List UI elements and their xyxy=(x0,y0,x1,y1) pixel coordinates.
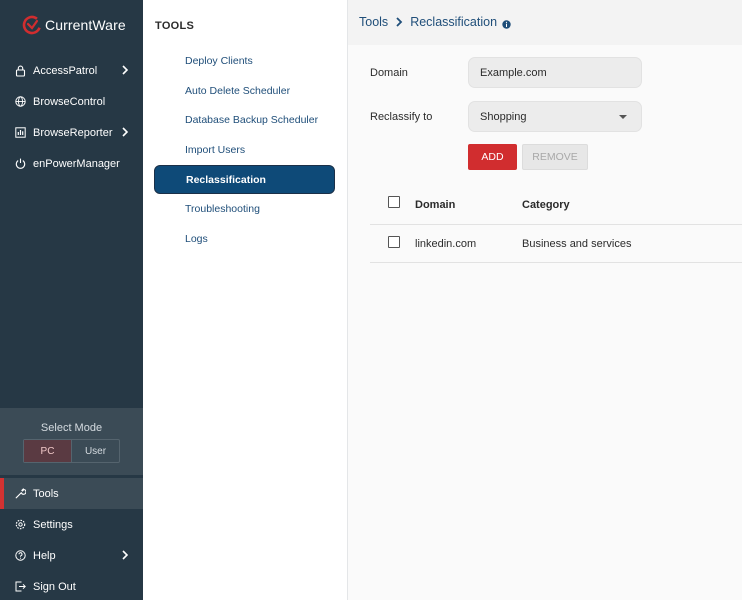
lock-icon xyxy=(14,65,26,77)
product-nav: AccessPatrol BrowseControl BrowseReporte… xyxy=(0,55,143,179)
tool-item-troubleshooting[interactable]: Troubleshooting xyxy=(154,194,335,224)
sidebar-item-label: BrowseControl xyxy=(33,95,106,108)
wrench-icon xyxy=(14,488,26,500)
sign-out-icon xyxy=(14,581,26,593)
sidebar-item-browsecontrol[interactable]: BrowseControl xyxy=(0,86,143,117)
sidebar-item-label: BrowseReporter xyxy=(33,126,113,139)
remove-button[interactable]: REMOVE xyxy=(522,144,588,170)
sidebar-item-settings[interactable]: Settings xyxy=(0,509,143,540)
sidebar-item-label: Sign Out xyxy=(33,580,76,593)
sidebar-item-label: enPowerManager xyxy=(33,157,120,170)
reclassification-table: Domain Category linkedin.com Business an… xyxy=(370,185,742,263)
power-icon xyxy=(14,158,26,170)
bottom-nav: Tools Settings Help Sign Out xyxy=(0,478,143,600)
sidebar-item-label: Settings xyxy=(33,518,73,531)
breadcrumb-bar: Tools Reclassification xyxy=(348,0,742,45)
row-domain: linkedin.com xyxy=(415,238,477,250)
mode-toggle: PC User xyxy=(23,439,120,463)
breadcrumb: Tools Reclassification xyxy=(359,15,511,29)
main-sidebar: CurrentWare AccessPatrol BrowseControl B… xyxy=(0,0,143,600)
currentware-logo[interactable]: CurrentWare xyxy=(22,14,126,36)
currentware-logo-icon xyxy=(22,15,42,35)
sidebar-item-tools[interactable]: Tools xyxy=(0,478,143,509)
chevron-right-icon xyxy=(394,16,404,28)
sidebar-item-help[interactable]: Help xyxy=(0,540,143,571)
info-icon[interactable] xyxy=(502,18,511,29)
select-mode-title: Select Mode xyxy=(40,422,103,434)
reclassify-select[interactable]: Shopping xyxy=(468,101,642,132)
tool-item-logs[interactable]: Logs xyxy=(154,224,335,254)
reclassify-select-value: Shopping xyxy=(480,110,527,123)
globe-icon xyxy=(14,96,26,108)
breadcrumb-root[interactable]: Tools xyxy=(359,15,388,29)
reclassify-label: Reclassify to xyxy=(370,111,433,123)
tool-item-deploy-clients[interactable]: Deploy Clients xyxy=(154,46,335,76)
select-mode-panel: Select Mode PC User xyxy=(0,408,143,475)
tool-item-import-users[interactable]: Import Users xyxy=(154,135,335,165)
domain-field-value: Example.com xyxy=(480,66,547,79)
tools-panel: TOOLS Deploy Clients Auto Delete Schedul… xyxy=(143,0,348,600)
chevron-right-icon xyxy=(119,549,131,561)
sidebar-item-label: Tools xyxy=(33,487,59,500)
column-header-category[interactable]: Category xyxy=(522,199,570,211)
mode-option-pc[interactable]: PC xyxy=(24,440,72,462)
tool-item-reclassification[interactable]: Reclassification xyxy=(154,164,335,195)
row-category: Business and services xyxy=(522,238,632,250)
brand-name: CurrentWare xyxy=(45,17,126,33)
chevron-right-icon xyxy=(119,64,131,76)
breadcrumb-current: Reclassification xyxy=(410,15,498,29)
tools-heading: TOOLS xyxy=(155,20,195,32)
tools-list: Deploy Clients Auto Delete Scheduler Dat… xyxy=(154,46,335,254)
tool-item-auto-delete-scheduler[interactable]: Auto Delete Scheduler xyxy=(154,76,335,106)
select-all-checkbox[interactable] xyxy=(388,196,400,208)
domain-label: Domain xyxy=(370,67,408,79)
table-header-row: Domain Category xyxy=(370,185,742,225)
sidebar-item-label: AccessPatrol xyxy=(33,64,98,77)
sidebar-item-enpowermanager[interactable]: enPowerManager xyxy=(0,148,143,179)
sidebar-item-browsereporter[interactable]: BrowseReporter xyxy=(0,117,143,148)
help-icon xyxy=(14,550,26,562)
table-row[interactable]: linkedin.com Business and services xyxy=(370,225,742,263)
main-content: Tools Reclassification Domain Example.co… xyxy=(348,0,742,600)
sidebar-item-label: Help xyxy=(33,549,56,562)
row-checkbox[interactable] xyxy=(388,236,400,248)
mode-option-user[interactable]: User xyxy=(72,440,119,462)
chevron-right-icon xyxy=(119,126,131,138)
add-button[interactable]: ADD xyxy=(468,144,517,170)
gear-icon xyxy=(14,519,26,531)
dropdown-caret-icon xyxy=(619,115,627,119)
sidebar-item-sign-out[interactable]: Sign Out xyxy=(0,571,143,600)
tool-item-database-backup-scheduler[interactable]: Database Backup Scheduler xyxy=(154,105,335,135)
report-icon xyxy=(14,127,26,139)
sidebar-item-accesspatrol[interactable]: AccessPatrol xyxy=(0,55,143,86)
domain-field[interactable]: Example.com xyxy=(468,57,642,88)
column-header-domain[interactable]: Domain xyxy=(415,199,455,211)
